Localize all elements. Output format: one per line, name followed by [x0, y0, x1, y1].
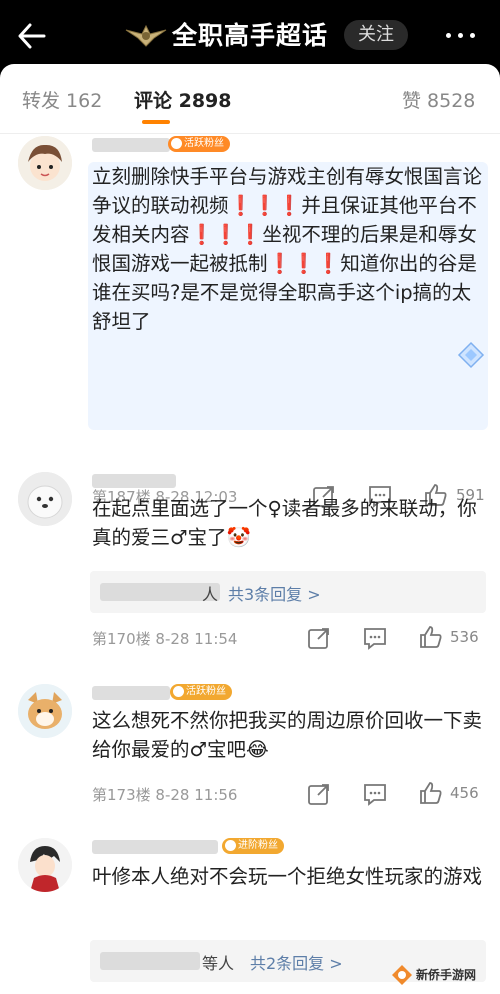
avatar[interactable]	[18, 838, 72, 892]
tab-likes[interactable]: 赞 8528	[402, 86, 475, 113]
comment-text: 立刻删除快手平台与游戏主创有辱女恨国言论争议的联动视频❗❗❗并且保证其他平台不发…	[88, 162, 488, 430]
view-replies-link[interactable]: 共2条回复 >	[250, 950, 343, 974]
fan-badge: 活跃粉丝	[168, 136, 230, 152]
repost-icon[interactable]	[306, 781, 332, 807]
topic-logo	[124, 22, 168, 48]
like-icon[interactable]	[418, 624, 444, 650]
like-count: 536	[450, 628, 479, 646]
fan-badge: 活跃粉丝	[170, 684, 232, 700]
site-watermark: 新侨手游网	[390, 958, 498, 992]
follow-button[interactable]: 关注	[344, 20, 408, 50]
replies-preview[interactable]: 人 共3条回复 >	[90, 571, 486, 613]
comments-panel: 转发 162 评论 2898 赞 8528 活跃粉丝 立刻删除快手平台与游戏主创…	[0, 64, 500, 994]
replies-people: 人	[202, 585, 219, 604]
tab-reposts[interactable]: 转发 162	[22, 86, 102, 113]
replies-people: 等人	[202, 954, 235, 973]
more-icon	[446, 33, 451, 38]
more-button[interactable]	[440, 20, 484, 50]
comment-icon[interactable]	[362, 625, 388, 651]
tab-bar: 转发 162 评论 2898 赞 8528	[0, 64, 500, 134]
like-icon[interactable]	[418, 780, 444, 806]
comment-text: 这么想死不然你把我买的周边原价回收一下卖给你最爱的♂宝吧😂	[92, 709, 483, 761]
back-button[interactable]	[14, 18, 54, 54]
fan-badge: 进阶粉丝	[222, 838, 284, 854]
like-count: 456	[450, 784, 479, 802]
active-tab-indicator	[142, 120, 170, 124]
avatar[interactable]	[18, 136, 72, 190]
view-replies-link[interactable]: 共3条回复 >	[228, 581, 321, 605]
comment-meta: 第173楼 8-28 11:56	[92, 786, 238, 804]
reply-user-names	[100, 952, 200, 970]
comment-icon[interactable]	[362, 781, 388, 807]
username[interactable]	[92, 840, 218, 854]
diamond-icon	[456, 340, 486, 370]
username[interactable]	[92, 686, 170, 700]
comment-text: 在起点里面选了一个♀读者最多的来联动，你真的爱三♂宝了🤡	[92, 497, 477, 549]
username[interactable]	[92, 138, 170, 152]
watermark-logo	[392, 965, 412, 985]
page-title: 全职高手超话	[172, 21, 329, 50]
comment-meta: 第170楼 8-28 11:54	[92, 630, 238, 648]
comment-text: 叶修本人绝对不会玩一个拒绝女性玩家的游戏	[92, 865, 483, 888]
avatar[interactable]	[18, 684, 72, 738]
repost-icon[interactable]	[306, 625, 332, 651]
username[interactable]	[92, 474, 176, 488]
arrow-left-icon	[18, 23, 46, 49]
tab-comments[interactable]: 评论 2898	[134, 86, 232, 113]
avatar[interactable]	[18, 472, 72, 526]
top-bar: 全职高手超话 关注	[0, 0, 500, 70]
